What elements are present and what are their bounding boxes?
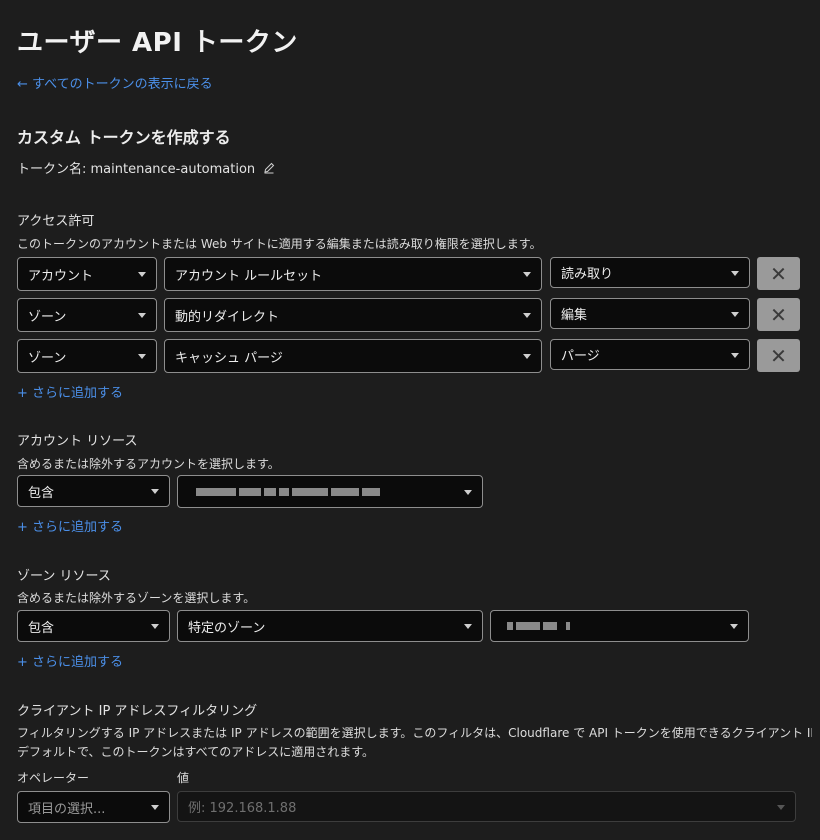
ip-filter-description: フィルタリングする IP アドレスまたは IP アドレスの範囲を選択します。この… bbox=[17, 726, 812, 740]
chevron-down-icon bbox=[523, 272, 531, 277]
permission-scope-select[interactable]: ゾーン bbox=[17, 298, 157, 332]
select-value: 動的リダイレクト bbox=[175, 309, 280, 325]
page-title: ユーザー API トークン bbox=[17, 28, 298, 58]
permission-scope-select[interactable]: アカウント bbox=[17, 257, 157, 291]
permission-access-select[interactable]: 編集 bbox=[550, 298, 750, 329]
select-value: アカウント bbox=[28, 268, 94, 284]
select-value: ゾーン bbox=[28, 350, 67, 366]
chevron-down-icon bbox=[138, 272, 146, 277]
pencil-icon[interactable] bbox=[263, 162, 275, 174]
chevron-down-icon bbox=[464, 489, 472, 495]
permission-resource-select[interactable]: キャッシュ パージ bbox=[164, 339, 542, 373]
select-value: 読み取り bbox=[561, 267, 614, 282]
zone-select[interactable] bbox=[490, 610, 749, 642]
input-placeholder: 例: 192.168.1.88 bbox=[188, 801, 297, 816]
permission-scope-select[interactable]: ゾーン bbox=[17, 339, 157, 373]
add-permission-link[interactable]: + さらに追加する bbox=[17, 382, 123, 401]
operator-label: オペレーター bbox=[17, 771, 90, 785]
back-link[interactable]: ← すべてのトークンの表示に戻る bbox=[17, 73, 213, 92]
remove-permission-button[interactable]: ✕ bbox=[757, 257, 800, 290]
chevron-down-icon bbox=[731, 352, 739, 358]
select-value: 包含 bbox=[28, 485, 55, 501]
chevron-down-icon bbox=[730, 624, 738, 629]
chevron-down-icon bbox=[138, 354, 146, 359]
remove-permission-button[interactable]: ✕ bbox=[757, 298, 800, 331]
token-name-row: トークン名: maintenance-automation bbox=[17, 158, 275, 177]
zone-type-select[interactable]: 特定のゾーン bbox=[177, 610, 483, 642]
value-label: 値 bbox=[177, 771, 190, 785]
custom-token-heading: カスタム トークンを作成する bbox=[17, 128, 231, 147]
permissions-heading: アクセス許可 bbox=[17, 214, 95, 229]
ip-filter-default-note: デフォルトで、このトークンはすべてのアドレスに適用されます。 bbox=[17, 745, 375, 759]
select-value: ゾーン bbox=[28, 309, 67, 325]
chevron-down-icon bbox=[138, 313, 146, 318]
permission-resource-select[interactable]: アカウント ルールセット bbox=[164, 257, 542, 291]
account-resources-heading: アカウント リソース bbox=[17, 434, 138, 449]
add-zone-link[interactable]: + さらに追加する bbox=[17, 651, 123, 670]
chevron-down-icon bbox=[731, 270, 739, 276]
chevron-down-icon bbox=[523, 313, 531, 318]
close-icon: ✕ bbox=[770, 302, 787, 327]
chevron-down-icon bbox=[731, 311, 739, 317]
chevron-down-icon bbox=[151, 489, 159, 494]
zone-resources-heading: ゾーン リソース bbox=[17, 569, 111, 584]
redacted-account-name bbox=[188, 484, 383, 499]
select-value: アカウント ルールセット bbox=[175, 268, 323, 284]
select-value: 特定のゾーン bbox=[188, 620, 266, 636]
account-include-select[interactable]: 包含 bbox=[17, 475, 170, 507]
chevron-down-icon bbox=[464, 624, 472, 629]
select-value: パージ bbox=[561, 349, 600, 364]
permissions-description: このトークンのアカウントまたは Web サイトに適用する編集または読み取り権限を… bbox=[17, 237, 542, 251]
remove-permission-button[interactable]: ✕ bbox=[757, 339, 800, 372]
close-icon: ✕ bbox=[770, 343, 787, 368]
account-select[interactable] bbox=[177, 475, 483, 508]
account-resources-description: 含めるまたは除外するアカウントを選択します。 bbox=[17, 457, 280, 471]
zone-include-select[interactable]: 包含 bbox=[17, 610, 170, 642]
add-account-link[interactable]: + さらに追加する bbox=[17, 516, 123, 535]
operator-select[interactable]: 項目の選択... bbox=[17, 791, 170, 823]
select-value: 編集 bbox=[561, 308, 588, 323]
select-value: 包含 bbox=[28, 620, 55, 636]
chevron-down-icon bbox=[151, 805, 159, 810]
redacted-zone-name bbox=[501, 619, 573, 634]
close-icon: ✕ bbox=[770, 261, 787, 286]
token-name-label: トークン名: maintenance-automation bbox=[17, 162, 256, 177]
chevron-down-icon bbox=[777, 804, 785, 810]
permission-access-select[interactable]: 読み取り bbox=[550, 257, 750, 288]
select-value: キャッシュ パージ bbox=[175, 350, 283, 366]
select-placeholder: 項目の選択... bbox=[28, 801, 106, 817]
permission-resource-select[interactable]: 動的リダイレクト bbox=[164, 298, 542, 332]
ip-value-input[interactable]: 例: 192.168.1.88 bbox=[177, 791, 796, 822]
chevron-down-icon bbox=[151, 624, 159, 629]
permission-access-select[interactable]: パージ bbox=[550, 339, 750, 370]
zone-resources-description: 含めるまたは除外するゾーンを選択します。 bbox=[17, 591, 256, 605]
ip-filter-heading: クライアント IP アドレスフィルタリング bbox=[17, 704, 258, 719]
chevron-down-icon bbox=[523, 354, 531, 359]
